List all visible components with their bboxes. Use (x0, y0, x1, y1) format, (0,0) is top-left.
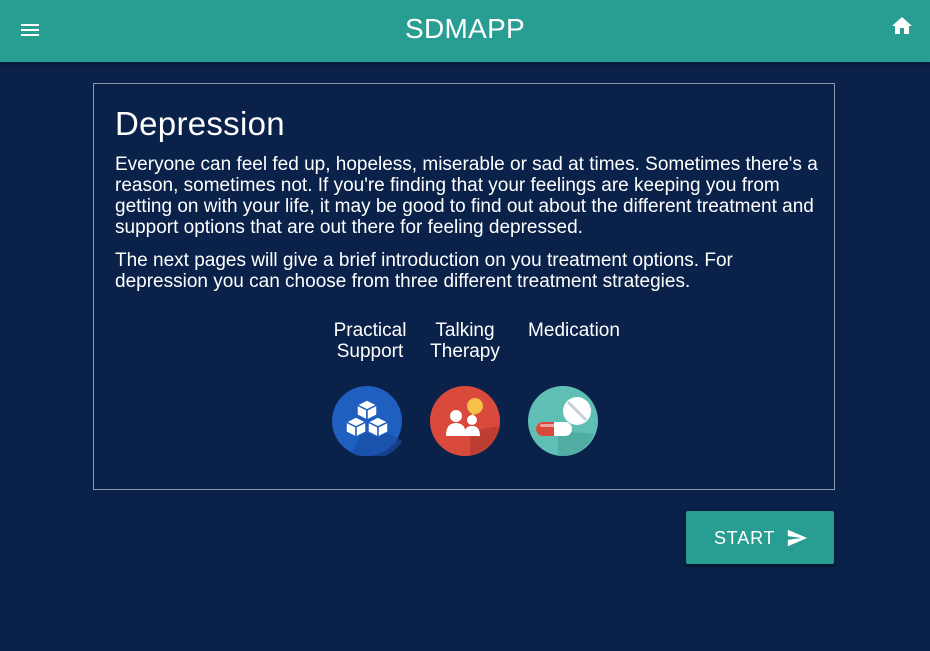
option-talking-therapy[interactable]: Talking Therapy (420, 320, 510, 456)
people-talking-icon (430, 386, 500, 456)
options-paragraph: The next pages will give a brief introdu… (115, 250, 733, 292)
start-button[interactable]: START (686, 511, 834, 564)
home-button[interactable] (890, 14, 914, 38)
info-card: Depression Everyone can feel fed up, hop… (93, 83, 835, 490)
option-label: Talking Therapy (430, 320, 500, 362)
app-title: SDMAPP (404, 13, 526, 44)
page-title: Depression (115, 105, 285, 142)
treatment-options: Practical Support Talking Therapy Medica… (331, 320, 631, 460)
intro-paragraph: Everyone can feel fed up, hopeless, mise… (115, 154, 818, 238)
option-label: Practical Support (333, 320, 407, 362)
option-medication[interactable]: Medication (519, 320, 629, 456)
option-practical-support[interactable]: Practical Support (325, 320, 415, 456)
app-bar: SDMAPP (0, 0, 930, 62)
option-label: Medication (528, 320, 620, 341)
home-icon (892, 17, 912, 34)
send-icon (787, 529, 808, 547)
start-button-label: START (714, 528, 776, 548)
pills-icon (528, 386, 598, 456)
cubes-icon (332, 386, 402, 456)
